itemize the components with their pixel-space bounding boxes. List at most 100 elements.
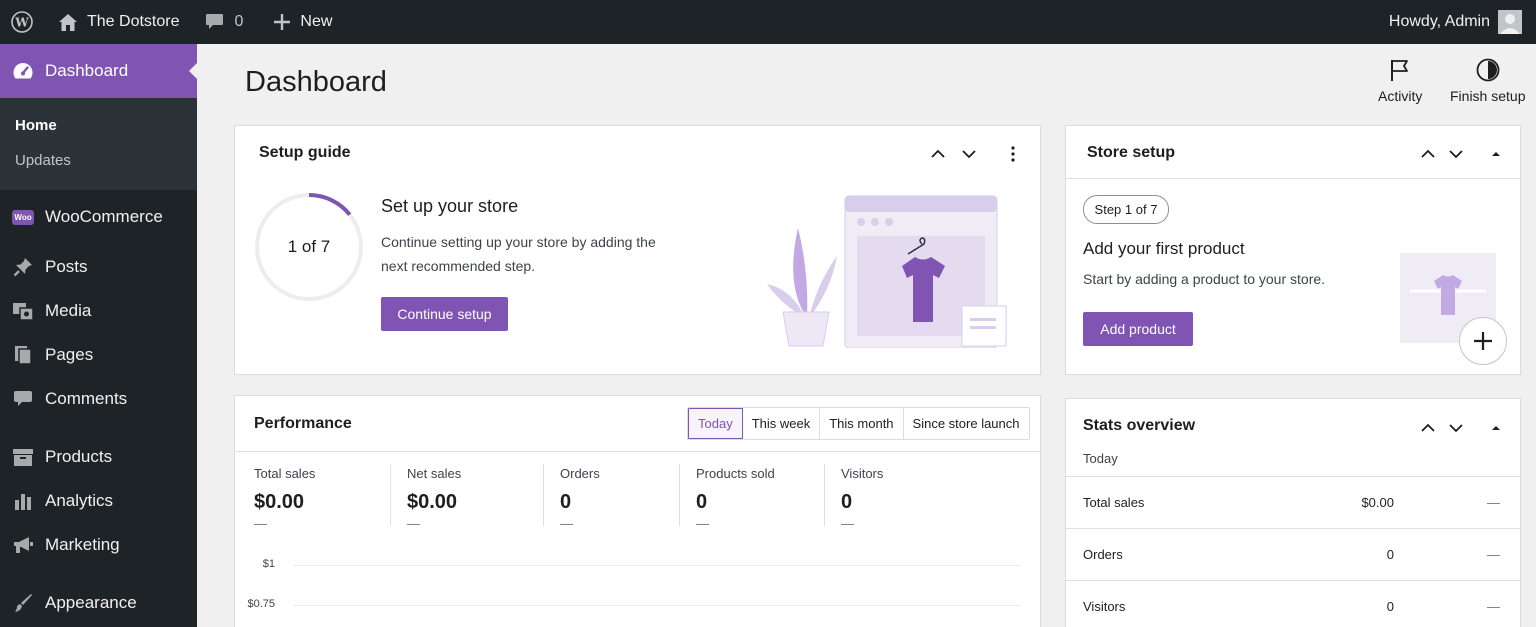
- sidebar-item-label: Pages: [45, 345, 94, 364]
- stat-label: Total sales: [1083, 495, 1145, 510]
- metric-delta: —: [254, 516, 267, 531]
- account-menu[interactable]: Howdy, Admin: [1389, 0, 1522, 44]
- collapse-triangle-icon[interactable]: [1487, 419, 1505, 437]
- tab-this-month[interactable]: This month: [820, 408, 904, 439]
- metric-value: 0: [841, 491, 853, 513]
- setup-heading: Set up your store: [381, 196, 519, 216]
- performance-card: Performance Today This week This month S…: [234, 395, 1041, 627]
- date-range-tabs: Today This week This month Since store l…: [687, 407, 1030, 440]
- add-product-button[interactable]: Add product: [1083, 312, 1193, 346]
- stat-value: $0.00: [1361, 495, 1394, 510]
- stat-row-orders[interactable]: Orders 0 —: [1066, 528, 1520, 580]
- sidebar-item-pages[interactable]: Pages: [0, 333, 197, 377]
- setup-guide-card: Setup guide 1 of 7 Set up your store Con…: [234, 125, 1041, 375]
- sidebar-item-media[interactable]: Media: [0, 289, 197, 333]
- sidebar-item-products[interactable]: Products: [0, 435, 197, 479]
- performance-title: Performance: [254, 415, 352, 432]
- stat-value: 0: [1386, 599, 1394, 614]
- tab-since-store-launch[interactable]: Since store launch: [904, 408, 1029, 439]
- svg-text:W: W: [14, 16, 29, 30]
- sidebar-item-label: WooCommerce: [45, 207, 163, 226]
- metric-value: 0: [560, 491, 572, 513]
- chart-gridline: [293, 605, 1020, 606]
- metric-net-sales[interactable]: Net sales $0.00 —: [407, 466, 461, 531]
- sidebar-item-marketing[interactable]: Marketing: [0, 523, 197, 567]
- collapse-triangle-icon[interactable]: [1487, 145, 1505, 163]
- add-product-fab[interactable]: [1459, 317, 1507, 365]
- page-title: Dashboard: [245, 66, 387, 98]
- chevron-up-icon[interactable]: [929, 145, 947, 163]
- metric-visitors[interactable]: Visitors 0 —: [841, 466, 883, 531]
- dashboard-submenu: Home Updates: [0, 98, 197, 190]
- brush-icon: [12, 593, 34, 613]
- metric-orders[interactable]: Orders 0 —: [560, 466, 600, 531]
- sidebar-item-label: Dashboard: [45, 61, 129, 80]
- tab-this-week[interactable]: This week: [743, 408, 821, 439]
- stats-overview-title: Stats overview: [1083, 417, 1196, 434]
- metric-value: 0: [696, 491, 708, 513]
- site-name-link[interactable]: The Dotstore: [58, 0, 179, 44]
- plus-icon: [1474, 332, 1492, 350]
- pin-icon: [12, 257, 34, 277]
- step-pill: Step 1 of 7: [1083, 195, 1169, 224]
- metric-label: Net sales: [407, 466, 462, 481]
- card-divider: [1066, 178, 1520, 179]
- submenu-item-home[interactable]: Home: [0, 108, 197, 143]
- progress-label: 1 of 7: [287, 237, 331, 256]
- metric-value: $0.00: [407, 491, 458, 513]
- stats-overview-card: Stats overview Today Total sales $0.00 —…: [1065, 398, 1521, 627]
- sidebar-item-posts[interactable]: Posts: [0, 245, 197, 289]
- wordpress-logo-icon[interactable]: W: [0, 0, 44, 44]
- sidebar-item-appearance[interactable]: Appearance: [0, 581, 197, 625]
- metric-value: $0.00: [254, 491, 305, 513]
- chevron-up-icon[interactable]: [1419, 145, 1437, 163]
- stat-row-total-sales[interactable]: Total sales $0.00 —: [1066, 476, 1520, 528]
- sidebar-item-label: Marketing: [45, 535, 120, 554]
- y-axis-tick: $0.75: [247, 598, 275, 610]
- metric-label: Orders: [560, 466, 600, 481]
- stat-trend: —: [1487, 495, 1500, 510]
- chevron-down-icon[interactable]: [960, 145, 978, 163]
- tab-today[interactable]: Today: [688, 408, 743, 439]
- stat-trend: —: [1487, 599, 1500, 614]
- bar-chart-icon: [12, 491, 34, 511]
- card-divider: [235, 451, 1040, 452]
- metric-delta: —: [407, 516, 420, 531]
- setup-guide-title: Setup guide: [259, 144, 351, 161]
- metric-total-sales[interactable]: Total sales $0.00 —: [254, 466, 315, 531]
- stat-row-visitors[interactable]: Visitors 0 —: [1066, 580, 1520, 627]
- new-content-link[interactable]: New: [273, 0, 332, 44]
- activity-button[interactable]: Activity: [1378, 58, 1422, 104]
- sidebar-item-dashboard[interactable]: Dashboard: [0, 44, 197, 98]
- megaphone-icon: [12, 535, 34, 555]
- pages-icon: [12, 345, 34, 365]
- metric-delta: —: [696, 516, 709, 531]
- comments-link[interactable]: 0: [205, 0, 243, 44]
- finish-setup-button[interactable]: Finish setup: [1450, 58, 1525, 104]
- metric-divider: [543, 464, 544, 526]
- metric-label: Visitors: [841, 466, 884, 481]
- submenu-item-updates[interactable]: Updates: [0, 143, 197, 178]
- more-options-icon[interactable]: [1004, 145, 1022, 163]
- home-icon: [59, 13, 77, 31]
- comment-icon: [12, 389, 34, 409]
- metric-delta: —: [560, 516, 573, 531]
- chevron-down-icon[interactable]: [1447, 145, 1465, 163]
- store-illustration: [767, 195, 1007, 348]
- metric-divider: [824, 464, 825, 526]
- metric-products-sold[interactable]: Products sold 0 —: [696, 466, 775, 531]
- stats-period: Today: [1083, 451, 1118, 466]
- store-setup-description: Start by adding a product to your store.: [1083, 271, 1326, 287]
- sidebar-item-woocommerce[interactable]: Woo WooCommerce: [0, 195, 197, 239]
- chart-gridline: [293, 565, 1020, 566]
- continue-setup-button[interactable]: Continue setup: [381, 297, 508, 331]
- admin-bar: W The Dotstore 0 New Howdy, Admin: [0, 0, 1536, 44]
- sidebar-item-analytics[interactable]: Analytics: [0, 479, 197, 523]
- chevron-up-icon[interactable]: [1419, 419, 1437, 437]
- sidebar-item-label: Products: [45, 447, 113, 466]
- chevron-down-icon[interactable]: [1447, 419, 1465, 437]
- woocommerce-icon: Woo: [12, 209, 34, 225]
- sidebar-item-comments[interactable]: Comments: [0, 377, 197, 421]
- stat-trend: —: [1487, 547, 1500, 562]
- metric-divider: [390, 464, 391, 526]
